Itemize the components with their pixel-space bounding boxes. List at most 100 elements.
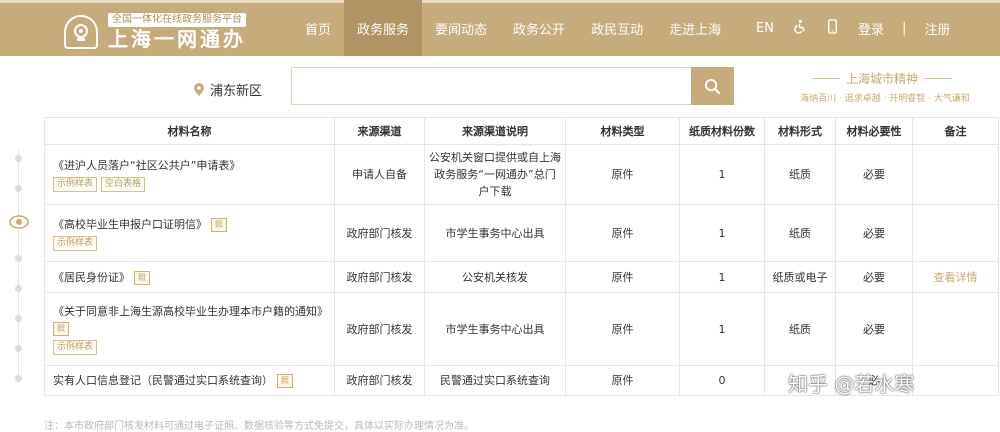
timeline-dot[interactable]: [15, 285, 22, 292]
type-cell: 原件: [565, 144, 680, 205]
material-name: 《进沪人员落户“社区公共户”申请表》: [53, 159, 241, 172]
col-header-type: 材料类型: [565, 117, 680, 145]
site-logo-icon[interactable]: [64, 15, 98, 49]
nav-interaction[interactable]: 政民互动: [578, 0, 656, 56]
note-cell: [912, 204, 999, 262]
search-button[interactable]: [691, 67, 734, 105]
source-desc-cell: 公安机关窗口提供或自上海政务服务“一网通办”总门户下载: [424, 144, 566, 205]
col-header-note: 备注: [912, 117, 999, 145]
materials-table: 材料名称 来源渠道 来源渠道说明 材料类型 纸质材料份数 材料形式 材料必要性 …: [44, 117, 999, 396]
col-header-required: 材料必要性: [835, 117, 913, 145]
note-cell: [912, 365, 999, 396]
source-desc-cell: 公安机关核发: [424, 261, 566, 293]
material-name: 《关于同意非上海生源高校毕业生办理本市户籍的通知》: [53, 305, 328, 318]
form-cell: 纸质或电子: [764, 261, 836, 293]
nav-home[interactable]: 首页: [292, 0, 344, 56]
material-name-cell: 实有人口信息登记（民警通过实口系统查询） 照: [44, 365, 335, 396]
sample-form-button[interactable]: 示例样表: [53, 177, 98, 192]
col-header-source: 来源渠道: [334, 117, 425, 145]
e-license-icon[interactable]: 照: [277, 374, 293, 388]
required-cell: 必要: [835, 204, 913, 262]
form-cell: 纸质: [764, 144, 836, 205]
source-desc-cell: 民警通过实口系统查询: [424, 365, 566, 396]
nav-gov-services[interactable]: 政务服务: [344, 0, 423, 56]
timeline-dot[interactable]: [15, 255, 22, 262]
material-name-cell: 《关于同意非上海生源高校毕业生办理本市户籍的通知》 照 示例样表: [44, 292, 335, 366]
e-license-icon[interactable]: 照: [53, 322, 69, 336]
copies-cell: 1: [679, 261, 765, 293]
note-cell: [912, 144, 999, 205]
blank-form-button[interactable]: 空白表格: [101, 177, 146, 192]
table-row: 《关于同意非上海生源高校毕业生办理本市户籍的通知》 照 示例样表 政府部门核发 …: [44, 292, 999, 366]
type-cell: 原件: [565, 204, 680, 262]
col-header-name: 材料名称: [44, 117, 335, 145]
divider: |: [901, 20, 907, 36]
header-bar: 全国一体化在线政务服务平台 上海一网通办 首页 政务服务 要闻动态 政务公开 政…: [0, 0, 1000, 56]
sample-form-button[interactable]: 示例样表: [53, 340, 98, 355]
nav-about-shanghai[interactable]: 走进上海: [656, 0, 734, 56]
source-cell: 政府部门核发: [334, 292, 425, 366]
type-cell: 原件: [565, 365, 680, 396]
material-name: 《居民身份证》: [53, 270, 130, 284]
view-details-link[interactable]: 查看详情: [912, 261, 999, 293]
nav-news[interactable]: 要闻动态: [422, 0, 500, 56]
material-name-cell: 《居民身份证》照: [44, 261, 335, 293]
login-link[interactable]: 登录: [858, 19, 884, 38]
timeline-current-marker-icon[interactable]: [9, 215, 29, 229]
table-row: 《进沪人员落户“社区公共户”申请表》 示例样表 空白表格 申请人自备 公安机关窗口…: [44, 144, 999, 205]
timeline-dot[interactable]: [15, 315, 22, 322]
type-cell: 原件: [565, 261, 680, 293]
copies-cell: 1: [679, 292, 765, 366]
source-cell: 政府部门核发: [334, 365, 425, 396]
location-label: 浦东新区: [210, 84, 263, 99]
search-input[interactable]: [291, 67, 691, 105]
material-name: 《高校毕业生申报户口证明信》: [53, 217, 207, 231]
register-link[interactable]: 注册: [924, 19, 950, 38]
header-utilities: EN 登录 | 注册: [756, 0, 968, 56]
main-nav: 首页 政务服务 要闻动态 政务公开 政民互动 走进上海: [292, 0, 734, 56]
material-name-cell: 《高校毕业生申报户口证明信》照 示例样表: [44, 204, 335, 262]
e-license-icon[interactable]: 照: [211, 217, 227, 232]
location-pin-icon: [194, 83, 204, 96]
site-subtitle: 全国一体化在线政务服务平台: [108, 13, 246, 27]
form-cell: 纸质: [764, 204, 836, 262]
form-cell: 纸质: [764, 292, 836, 366]
required-cell: 必要: [835, 144, 913, 205]
timeline-dot[interactable]: [15, 155, 22, 162]
source-cell: 申请人自备: [334, 144, 425, 205]
timeline-dot[interactable]: [15, 345, 22, 352]
copies-cell: 0: [679, 365, 765, 396]
e-license-icon[interactable]: 照: [134, 270, 150, 285]
search-icon: [704, 78, 721, 94]
source-cell: 政府部门核发: [334, 204, 425, 262]
col-header-copies: 纸质材料份数: [679, 117, 765, 145]
mobile-icon[interactable]: [825, 18, 840, 38]
site-title[interactable]: 上海一网通办: [108, 28, 246, 50]
location-selector[interactable]: 浦东新区: [194, 80, 262, 99]
table-row: 《居民身份证》照 政府部门核发 公安机关核发 原件 1 纸质或电子 必要 查看详…: [44, 261, 999, 293]
material-name: 实有人口信息登记（民警通过实口系统查询）: [53, 374, 273, 387]
source-cell: 政府部门核发: [334, 261, 425, 293]
material-name-cell: 《进沪人员落户“社区公共户”申请表》 示例样表 空白表格: [44, 144, 335, 205]
source-desc-cell: 市学生事务中心出具: [424, 204, 566, 262]
accessibility-icon[interactable]: [792, 19, 807, 38]
table-row: 《高校毕业生申报户口证明信》照 示例样表 政府部门核发 市学生事务中心出具 原件…: [44, 204, 999, 262]
required-cell: 必要: [835, 261, 913, 293]
copies-cell: 1: [679, 204, 765, 262]
type-cell: 原件: [565, 292, 680, 366]
col-header-source-desc: 来源渠道说明: [424, 117, 566, 145]
timeline-dot[interactable]: [15, 185, 22, 192]
col-header-form: 材料形式: [764, 117, 836, 145]
lang-switch[interactable]: EN: [756, 21, 774, 36]
source-desc-cell: 市学生事务中心出具: [424, 292, 566, 366]
note-cell: [912, 292, 999, 366]
timeline-dot[interactable]: [15, 375, 22, 382]
copies-cell: 1: [679, 144, 765, 205]
slogan-subtitle: 海纳百川 · 追求卓越 · 开明睿智 · 大气谦和: [800, 94, 970, 104]
slogan-title: 上海城市精神: [796, 70, 968, 87]
table-header-row: 材料名称 来源渠道 来源渠道说明 材料类型 纸质材料份数 材料形式 材料必要性 …: [44, 117, 999, 145]
watermark: 知乎 @若水寒: [788, 372, 915, 396]
sample-form-button[interactable]: 示例样表: [53, 235, 98, 251]
required-cell: 必要: [835, 292, 913, 366]
nav-gov-affairs[interactable]: 政务公开: [500, 0, 578, 56]
